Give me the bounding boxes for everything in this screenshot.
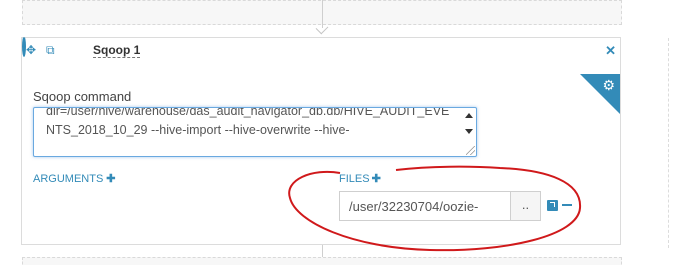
workflow-canvas: ✥ ⧉ Sqoop 1 ✕ ⚙ Sqoop command dir=/user/… bbox=[0, 0, 680, 265]
red-circle-annotation bbox=[288, 165, 582, 252]
annotation-stroke bbox=[288, 165, 582, 252]
